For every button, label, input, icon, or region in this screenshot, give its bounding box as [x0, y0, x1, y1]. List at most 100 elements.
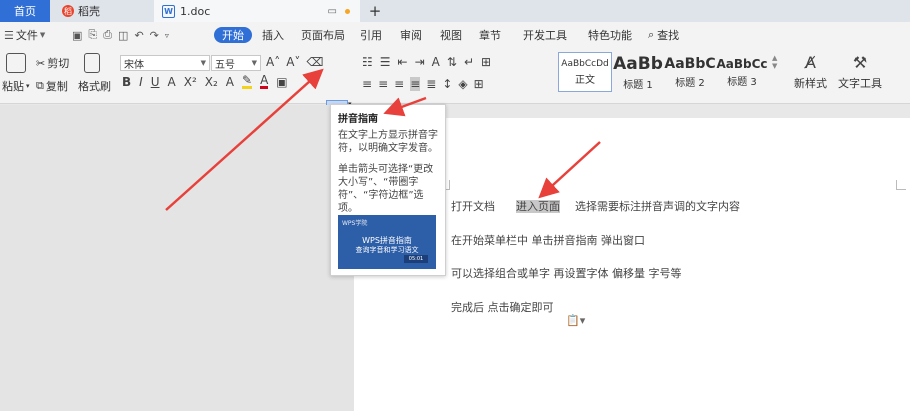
pinyin-guide-tooltip: 拼音指南 在文字上方显示拼音字符，以明确文字发音。 单击箭头可选择“更改大小写”…: [330, 104, 446, 276]
style-normal-sample: AaBbCcDd: [561, 58, 609, 69]
chinese-layout-icon[interactable]: A: [432, 55, 440, 69]
workspace-background: [0, 105, 354, 411]
tab-bar: 首页 稻 稻壳 W 1.doc ▭ +: [0, 0, 910, 22]
paste-label: 粘贴: [2, 80, 24, 93]
doc-paragraph-1[interactable]: 打开文档 进入页面 选择需要标注拼音声调的文字内容: [451, 198, 740, 214]
doc-selected-text: 进入页面: [516, 200, 560, 213]
scissors-icon: ✂: [36, 56, 46, 70]
cut-button[interactable]: ✂ 剪切: [36, 55, 69, 71]
style-heading-2[interactable]: AaBbC 标题 2: [664, 52, 716, 92]
print-preview-icon[interactable]: ◫: [118, 29, 128, 42]
new-style-label: 新样式: [794, 77, 827, 90]
superscript-icon[interactable]: X²: [184, 75, 197, 89]
search-button[interactable]: ⌕ 查找: [648, 22, 679, 48]
bold-icon[interactable]: B: [122, 75, 131, 89]
style-normal[interactable]: AaBbCcDd 正文: [558, 52, 612, 92]
tab-start-label: 开始: [222, 29, 244, 42]
subscript-icon[interactable]: X₂: [205, 75, 218, 89]
increase-indent-icon[interactable]: ⇥: [415, 55, 425, 69]
tab-insert[interactable]: 插入: [262, 22, 284, 48]
numbered-list-icon[interactable]: ☰: [380, 55, 391, 69]
search-label: 查找: [657, 29, 680, 42]
text-tools-button[interactable]: ⚒ 文字工具: [838, 53, 882, 91]
print-icon[interactable]: ⎙: [103, 28, 112, 42]
paste-button[interactable]: 粘贴 ▾: [2, 78, 30, 94]
show-marks-icon[interactable]: ↵: [464, 55, 474, 69]
font-size-select[interactable]: 五号 ▼: [211, 55, 261, 71]
tab-home-label: 首页: [14, 5, 36, 18]
char-border-icon[interactable]: ▣: [276, 75, 287, 89]
style-heading-1[interactable]: AaBb 标题 1: [612, 52, 664, 92]
undo-icon[interactable]: ↶: [134, 29, 143, 42]
new-tab-label: +: [368, 2, 382, 20]
doc-paragraph-2[interactable]: 在开始菜单栏中 单击拼音指南 弹出窗口: [451, 232, 645, 248]
daoke-icon: 稻: [62, 5, 74, 17]
shading-icon[interactable]: ◈: [458, 77, 467, 91]
table-border-icon[interactable]: ⊞: [481, 55, 491, 69]
underline-icon[interactable]: U: [151, 75, 160, 89]
format-painter-button[interactable]: 格式刷: [78, 78, 111, 94]
clear-format-icon[interactable]: ⌫: [306, 55, 323, 69]
highlight-icon[interactable]: ✎: [242, 74, 253, 89]
align-left-icon[interactable]: ≡: [362, 77, 372, 91]
customize-icon[interactable]: ▿: [165, 31, 169, 40]
file-menu-label: 文件: [15, 29, 38, 42]
font-color-icon[interactable]: A: [260, 74, 269, 89]
chevron-down-icon: ▾: [26, 82, 30, 90]
tab-references[interactable]: 引用: [360, 22, 382, 48]
paste-options-icon[interactable]: 📋▾: [566, 314, 585, 327]
font-size-value: 五号: [215, 59, 235, 71]
style-heading-1-sample: AaBb: [613, 53, 663, 74]
align-justify-icon[interactable]: ≡: [410, 77, 421, 91]
tooltip-video-thumbnail[interactable]: WPS学院 WPS拼音指南 查询字音和学习语文 05:01: [338, 215, 436, 269]
font-name-value: 宋体: [124, 59, 144, 71]
export-icon[interactable]: ⎘: [88, 28, 97, 42]
tab-chapter[interactable]: 章节: [479, 22, 501, 48]
tab-developer[interactable]: 开发工具: [523, 22, 567, 48]
chevron-down-icon: ▼: [251, 59, 257, 67]
style-heading-3-sample: AaBbCc: [716, 56, 768, 71]
tab-view[interactable]: 视图: [440, 22, 462, 48]
monitor-icon[interactable]: ▭: [328, 6, 337, 17]
tab-special-features[interactable]: 特色功能: [588, 22, 632, 48]
tab-home[interactable]: 首页: [0, 0, 50, 22]
search-icon: ⌕: [648, 28, 655, 41]
redo-icon[interactable]: ↷: [150, 29, 159, 42]
grow-font-icon[interactable]: A˄: [266, 55, 280, 69]
paste-icon[interactable]: [6, 53, 26, 73]
font-name-select[interactable]: 宋体 ▼: [120, 55, 210, 71]
doc-paragraph-4[interactable]: 完成后 点击确定即可: [451, 299, 554, 315]
shrink-font-icon[interactable]: A˅: [286, 55, 300, 69]
text-effect-icon[interactable]: A: [226, 75, 234, 89]
tab-page-layout[interactable]: 页面布局: [301, 22, 345, 48]
thumbnail-logo: WPS学院: [342, 220, 368, 227]
align-right-icon[interactable]: ≡: [394, 77, 404, 91]
chevron-down-icon: ▼: [200, 59, 206, 67]
save-icon[interactable]: ▣: [72, 29, 82, 42]
bullet-list-icon[interactable]: ☷: [362, 55, 373, 69]
tab-start[interactable]: 开始: [214, 27, 252, 43]
strikethrough-icon[interactable]: A: [168, 75, 176, 89]
italic-icon[interactable]: I: [139, 75, 143, 89]
distributed-icon[interactable]: ≣: [426, 77, 436, 91]
file-menu[interactable]: ☰ 文件 ▼: [4, 22, 45, 48]
new-tab-button[interactable]: +: [366, 0, 384, 22]
decrease-indent-icon[interactable]: ⇤: [398, 55, 408, 69]
tab-document[interactable]: W 1.doc ▭: [154, 0, 360, 22]
copy-label: 复制: [45, 80, 68, 93]
line-spacing-icon[interactable]: ↕: [442, 77, 452, 91]
borders-icon[interactable]: ⊞: [474, 77, 484, 91]
sort-icon[interactable]: ⇅: [447, 55, 457, 69]
doc-paragraph-3[interactable]: 可以选择组合或单字 再设置字体 偏移量 字号等: [451, 265, 682, 281]
new-style-icon: A̸: [805, 53, 816, 72]
align-center-icon[interactable]: ≡: [378, 77, 388, 91]
tab-review[interactable]: 审阅: [400, 22, 422, 48]
style-gallery-scroll[interactable]: ▲ ▼: [772, 54, 777, 70]
style-heading-3-label: 标题 3: [727, 76, 757, 88]
new-style-button[interactable]: A̸ 新样式: [794, 53, 827, 91]
style-heading-3[interactable]: AaBbCc 标题 3: [716, 52, 768, 92]
copy-button[interactable]: ⧉ 复制: [36, 78, 68, 94]
tab-daoke[interactable]: 稻 稻壳: [54, 0, 150, 22]
format-painter-icon[interactable]: [84, 53, 100, 73]
quick-access-toolbar: ▣ ⎘ ⎙ ◫ ↶ ↷ ▿: [72, 22, 169, 48]
